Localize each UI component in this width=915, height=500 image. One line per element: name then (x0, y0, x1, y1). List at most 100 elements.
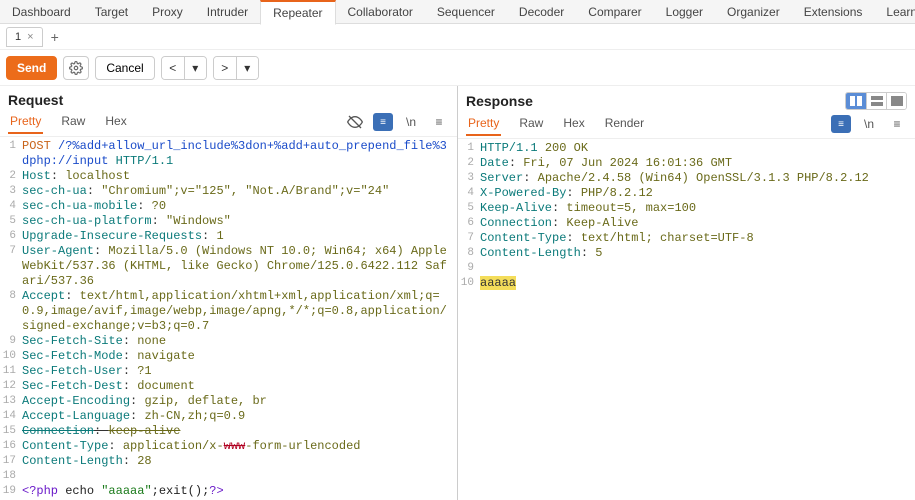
response-title: Response (466, 93, 533, 109)
cancel-button[interactable]: Cancel (95, 56, 154, 80)
editor-line: 8Accept: text/html,application/xhtml+xml… (0, 289, 457, 334)
line-code: sec-ch-ua: "Chromium";v="125", "Not.A/Br… (22, 184, 457, 199)
split-container: Request PrettyRawHex ≡ \n ≡ 1POST /?%add… (0, 86, 915, 500)
tab-logger[interactable]: Logger (654, 1, 715, 23)
line-number: 15 (0, 424, 22, 439)
line-number: 1 (458, 141, 480, 156)
history-back-dropdown[interactable]: ▾ (184, 57, 206, 79)
line-code: Content-Length: 28 (22, 454, 457, 469)
editor-line: 12Sec-Fetch-Dest: document (0, 379, 457, 394)
newline-icon[interactable]: \n (859, 115, 879, 133)
newline-icon[interactable]: \n (401, 113, 421, 131)
layout-single-icon[interactable] (886, 93, 906, 109)
line-number: 4 (0, 199, 22, 214)
line-code: aaaaa (480, 276, 915, 291)
editor-line: 19<?php echo "aaaaa";exit();?> (0, 484, 457, 499)
line-code: Connection: Keep-Alive (480, 216, 915, 231)
line-code: Sec-Fetch-Dest: document (22, 379, 457, 394)
tab-decoder[interactable]: Decoder (507, 1, 576, 23)
editor-line: 5sec-ch-ua-platform: "Windows" (0, 214, 457, 229)
tab-collaborator[interactable]: Collaborator (336, 1, 425, 23)
visibility-off-icon[interactable] (345, 113, 365, 131)
line-number: 18 (0, 469, 22, 484)
line-code: Accept-Encoding: gzip, deflate, br (22, 394, 457, 409)
view-tab-raw[interactable]: Raw (59, 110, 87, 134)
close-icon[interactable]: × (27, 31, 33, 43)
subtab-label: 1 (15, 31, 21, 43)
line-number: 9 (0, 334, 22, 349)
editor-line: 4X-Powered-By: PHP/8.2.12 (458, 186, 915, 201)
line-code: POST /?%add+allow_url_include%3don+%add+… (22, 139, 457, 169)
hamburger-icon[interactable]: ≡ (429, 113, 449, 131)
line-code: Accept-Language: zh-CN,zh;q=0.9 (22, 409, 457, 424)
line-number: 7 (458, 231, 480, 246)
line-number: 9 (458, 261, 480, 276)
line-number: 8 (0, 289, 22, 334)
line-number: 12 (0, 379, 22, 394)
editor-line: 14Accept-Language: zh-CN,zh;q=0.9 (0, 409, 457, 424)
tab-organizer[interactable]: Organizer (715, 1, 792, 23)
tab-learn[interactable]: Learn (874, 1, 915, 23)
line-number: 5 (458, 201, 480, 216)
editor-line: 10Sec-Fetch-Mode: navigate (0, 349, 457, 364)
editor-line: 7Content-Type: text/html; charset=UTF-8 (458, 231, 915, 246)
response-editor[interactable]: 1HTTP/1.1 200 OK2Date: Fri, 07 Jun 2024 … (458, 139, 915, 500)
tab-comparer[interactable]: Comparer (576, 1, 653, 23)
line-code: HTTP/1.1 200 OK (480, 141, 915, 156)
line-code: Content-Type: application/x-www-form-url… (22, 439, 457, 454)
line-code: Content-Type: text/html; charset=UTF-8 (480, 231, 915, 246)
layout-rows-icon[interactable] (866, 93, 886, 109)
line-code (22, 469, 457, 484)
tab-sequencer[interactable]: Sequencer (425, 1, 507, 23)
history-back-button[interactable]: < (162, 57, 184, 79)
hamburger-icon[interactable]: ≡ (887, 115, 907, 133)
line-number: 5 (0, 214, 22, 229)
line-code: Sec-Fetch-Mode: navigate (22, 349, 457, 364)
view-tab-pretty[interactable]: Pretty (8, 110, 43, 134)
history-forward-dropdown[interactable]: ▾ (236, 57, 258, 79)
editor-line: 7User-Agent: Mozilla/5.0 (Windows NT 10.… (0, 244, 457, 289)
editor-line: 3sec-ch-ua: "Chromium";v="125", "Not.A/B… (0, 184, 457, 199)
line-number: 1 (0, 139, 22, 169)
editor-line: 6Upgrade-Insecure-Requests: 1 (0, 229, 457, 244)
line-number: 6 (0, 229, 22, 244)
editor-line: 10aaaaa (458, 276, 915, 291)
view-tab-render[interactable]: Render (603, 112, 646, 136)
editor-line: 2Host: localhost (0, 169, 457, 184)
view-tab-hex[interactable]: Hex (561, 112, 586, 136)
tab-repeater[interactable]: Repeater (260, 0, 335, 25)
line-code: Keep-Alive: timeout=5, max=100 (480, 201, 915, 216)
line-code: Date: Fri, 07 Jun 2024 16:01:36 GMT (480, 156, 915, 171)
layout-columns-icon[interactable] (846, 93, 866, 109)
tab-target[interactable]: Target (83, 1, 140, 23)
actions-box-icon[interactable]: ≡ (373, 113, 393, 131)
gear-icon[interactable] (63, 56, 89, 80)
repeater-subtab-1[interactable]: 1 × (6, 27, 43, 47)
add-tab-button[interactable]: + (43, 26, 67, 48)
tab-intruder[interactable]: Intruder (195, 1, 260, 23)
tab-extensions[interactable]: Extensions (792, 1, 875, 23)
layout-toggle (845, 92, 907, 110)
line-code: Sec-Fetch-User: ?1 (22, 364, 457, 379)
view-tab-hex[interactable]: Hex (103, 110, 128, 134)
subtab-row: 1 × + (0, 24, 915, 50)
line-number: 2 (458, 156, 480, 171)
send-button[interactable]: Send (6, 56, 57, 80)
view-tab-raw[interactable]: Raw (517, 112, 545, 136)
history-forward-button[interactable]: > (214, 57, 236, 79)
request-editor[interactable]: 1POST /?%add+allow_url_include%3don+%add… (0, 137, 457, 500)
actions-box-icon[interactable]: ≡ (831, 115, 851, 133)
tab-dashboard[interactable]: Dashboard (0, 1, 83, 23)
line-number: 19 (0, 484, 22, 499)
line-code: sec-ch-ua-mobile: ?0 (22, 199, 457, 214)
line-number: 4 (458, 186, 480, 201)
editor-line: 2Date: Fri, 07 Jun 2024 16:01:36 GMT (458, 156, 915, 171)
line-number: 10 (458, 276, 480, 291)
line-number: 2 (0, 169, 22, 184)
line-code: User-Agent: Mozilla/5.0 (Windows NT 10.0… (22, 244, 457, 289)
history-back-group: < ▾ (161, 56, 207, 80)
line-code: Content-Length: 5 (480, 246, 915, 261)
view-tab-pretty[interactable]: Pretty (466, 112, 501, 136)
editor-line: 6Connection: Keep-Alive (458, 216, 915, 231)
tab-proxy[interactable]: Proxy (140, 1, 195, 23)
